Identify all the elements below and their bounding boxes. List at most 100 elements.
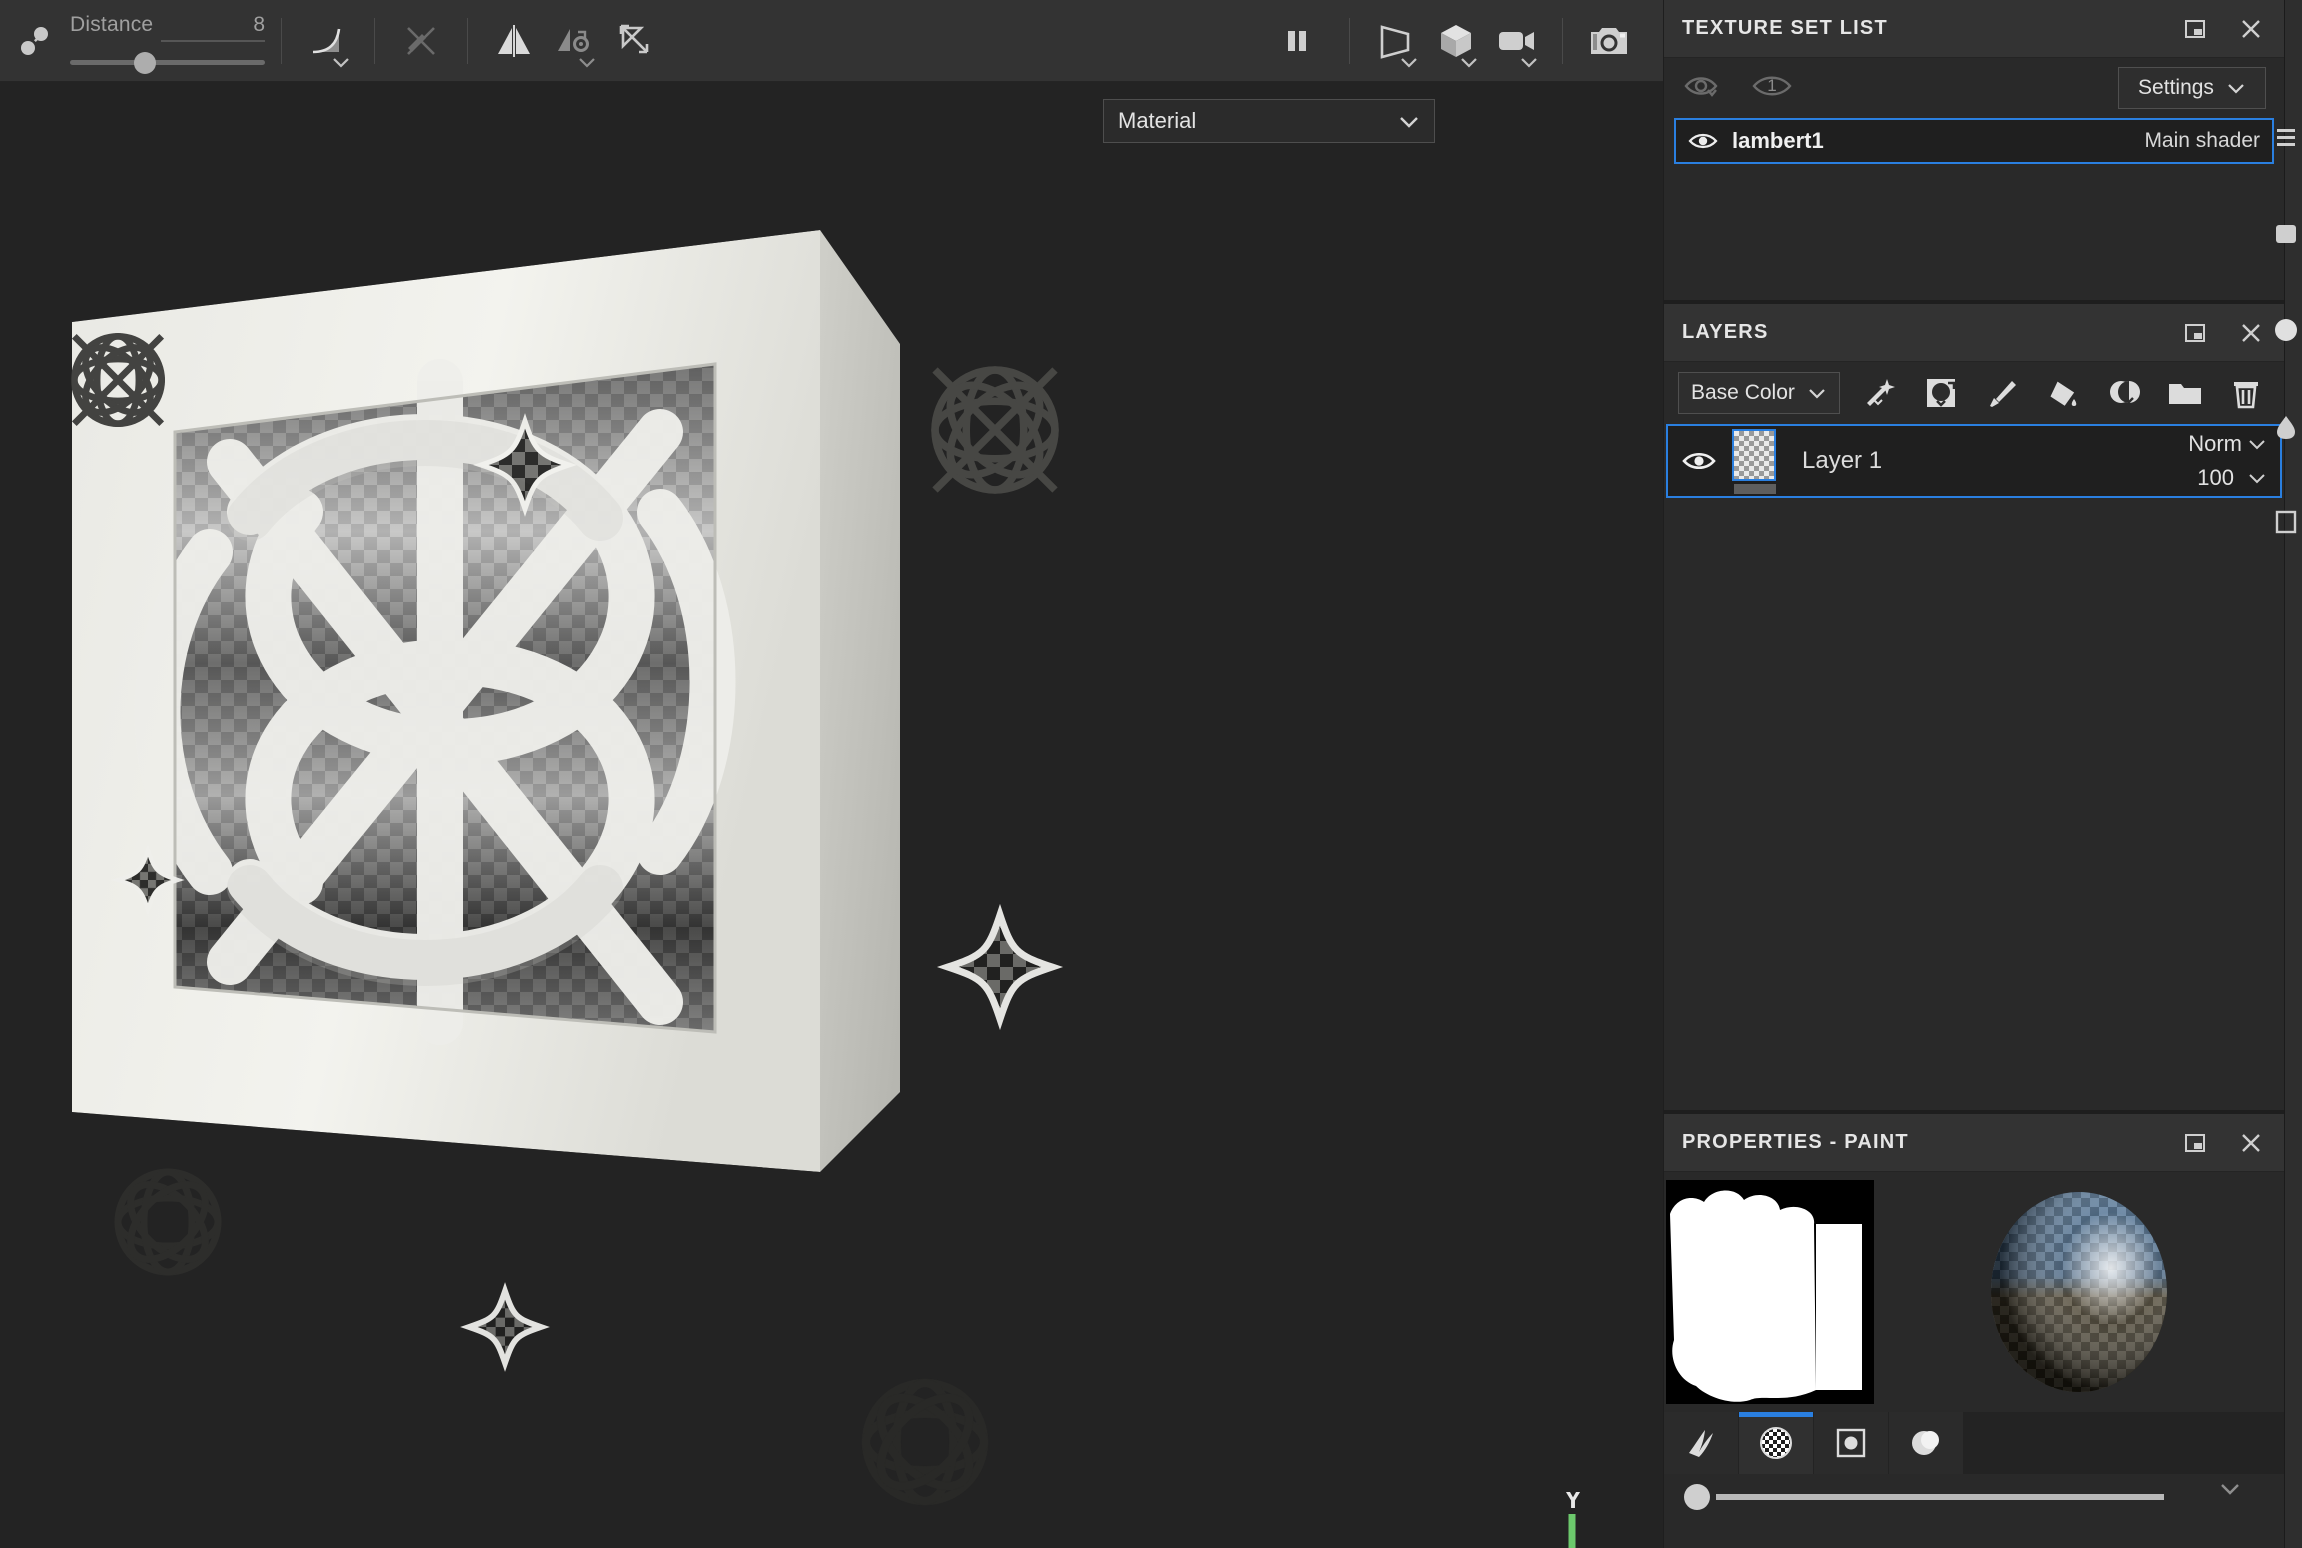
- panel-title: PROPERTIES - PAINT: [1682, 1131, 1909, 1153]
- alpha-preview[interactable]: [1666, 1180, 1874, 1404]
- layer-blend-mode-dropdown[interactable]: Norm: [2188, 431, 2266, 457]
- texture-set-name: lambert1: [1732, 128, 1824, 153]
- falloff-curve-icon[interactable]: [298, 12, 358, 70]
- brush-size-dot[interactable]: [1684, 1484, 1710, 1510]
- chevron-down-icon: [2228, 84, 2244, 94]
- perspective-icon[interactable]: [1366, 12, 1426, 70]
- cube-3d-icon[interactable]: [1426, 12, 1486, 70]
- toolbar-divider: [467, 17, 468, 64]
- axis-label-x: X: [1622, 1544, 1640, 1548]
- layer-opacity-value: 100: [2197, 465, 2234, 490]
- 3d-model-render[interactable]: [0, 82, 1663, 1548]
- toolbar-divider: [374, 17, 375, 64]
- properties-paint-panel: PROPERTIES - PAINT: [1664, 1114, 2284, 1520]
- tab-alpha[interactable]: [1739, 1412, 1814, 1474]
- eye-icon[interactable]: [1688, 130, 1718, 152]
- layers-header: LAYERS: [1664, 304, 2284, 362]
- undock-icon[interactable]: [2180, 14, 2210, 44]
- layer-list: Layer 1 Norm 100: [1664, 424, 2284, 498]
- toolbar-divider: [1562, 17, 1563, 64]
- folder-icon[interactable]: [2167, 375, 2203, 411]
- chevron-down-icon[interactable]: [2216, 1476, 2244, 1504]
- layer-thumbnail-wrap[interactable]: [1732, 428, 1780, 494]
- layers-toolbar: Base Color: [1664, 362, 2284, 424]
- chevron-down-icon: [2249, 473, 2265, 483]
- eye-count-icon[interactable]: 1: [1750, 71, 1794, 106]
- tab-material[interactable]: [1889, 1412, 1964, 1474]
- texture-set-settings-button[interactable]: Settings: [2118, 67, 2266, 109]
- top-toolbar: Distance 8: [0, 0, 1663, 82]
- tab-brush[interactable]: [1664, 1412, 1739, 1474]
- undock-icon[interactable]: [2180, 318, 2210, 348]
- close-icon[interactable]: [2236, 318, 2266, 348]
- photo-camera-icon[interactable]: [1579, 12, 1639, 70]
- spacing-icon[interactable]: [0, 21, 70, 61]
- texture-set-list-toolbar: 1 Settings: [1664, 58, 2284, 118]
- symmetry-settings-icon[interactable]: [544, 12, 604, 70]
- layer-meta: Norm 100: [2188, 431, 2266, 491]
- layers-empty-area[interactable]: [1664, 498, 2284, 1110]
- chevron-down-icon: [1809, 389, 1825, 399]
- channel-dropdown[interactable]: Base Color: [1678, 372, 1840, 414]
- brush-disabled-icon[interactable]: [391, 12, 451, 70]
- trash-icon[interactable]: [2228, 375, 2264, 411]
- channel-value: Base Color: [1691, 381, 1795, 404]
- fill-bucket-icon[interactable]: [2045, 375, 2081, 411]
- adjustment-icon[interactable]: [2106, 375, 2142, 411]
- mask-icon[interactable]: [1923, 375, 1959, 411]
- undock-icon[interactable]: [2180, 1128, 2210, 1158]
- texture-set-row-lambert1[interactable]: lambert1 Main shader: [1674, 118, 2274, 164]
- right-rail: [2275, 0, 2302, 1548]
- eye-count-label: 1: [1767, 75, 1777, 95]
- material-sphere-preview[interactable]: [1874, 1180, 2284, 1404]
- layer-opacity-dropdown[interactable]: 100: [2188, 465, 2266, 491]
- mirror-symmetry-icon[interactable]: [484, 12, 544, 70]
- close-icon[interactable]: [2236, 14, 2266, 44]
- projection-icon[interactable]: [604, 12, 664, 70]
- distance-value[interactable]: 8: [253, 13, 265, 37]
- properties-paint-previews: [1664, 1172, 2284, 1412]
- chevron-down-icon: [1400, 116, 1418, 128]
- panel-title: TEXTURE SET LIST: [1682, 17, 1888, 39]
- rail-list-icon[interactable]: [2277, 90, 2302, 186]
- rail-drop-icon[interactable]: [2277, 378, 2302, 474]
- layer-thumbnail[interactable]: [1732, 428, 1776, 481]
- layer-thumbnail-bar: [1734, 483, 1776, 494]
- distance-control[interactable]: Distance 8: [70, 9, 265, 74]
- pause-icon[interactable]: [1267, 12, 1327, 70]
- video-camera-icon[interactable]: [1486, 12, 1546, 70]
- axis-gizmo: Y X Z: [1564, 1492, 1640, 1548]
- rail-frame-icon[interactable]: [2275, 474, 2302, 570]
- magic-wand-icon[interactable]: [1862, 375, 1898, 411]
- right-dock: TEXTURE SET LIST 1 Settings lambert1 Mai…: [1664, 0, 2284, 1548]
- layer-visibility-eye-icon[interactable]: [1682, 449, 1716, 473]
- texture-set-list-header: TEXTURE SET LIST: [1664, 0, 2284, 58]
- distance-slider-track: [70, 59, 265, 65]
- 3d-viewport[interactable]: Material Y X Z: [0, 82, 1663, 1548]
- panel-title: LAYERS: [1682, 321, 1769, 343]
- properties-paint-tabs-filler: [1964, 1412, 2284, 1474]
- properties-paint-footer: [1664, 1474, 2284, 1520]
- distance-slider-thumb[interactable]: [134, 51, 157, 74]
- tab-stencil[interactable]: [1814, 1412, 1889, 1474]
- chevron-down-icon: [2249, 439, 2265, 449]
- eye-dropdown-icon[interactable]: [1682, 71, 1722, 106]
- toolbar-divider: [1349, 17, 1350, 64]
- shading-mode-dropdown[interactable]: Material: [1103, 99, 1435, 143]
- distance-value-underline: [161, 39, 265, 42]
- properties-paint-tabs: [1664, 1412, 2284, 1474]
- paint-brush-icon[interactable]: [1984, 375, 2020, 411]
- rail-sphere-icon[interactable]: [2275, 282, 2302, 378]
- toolbar-divider: [281, 17, 282, 64]
- brush-size-slider[interactable]: [1716, 1494, 2164, 1500]
- layer-name: Layer 1: [1802, 447, 1883, 474]
- shading-mode-value: Material: [1118, 108, 1197, 133]
- texture-set-list-panel: TEXTURE SET LIST 1 Settings lambert1 Mai…: [1664, 0, 2284, 300]
- distance-slider[interactable]: [70, 51, 265, 74]
- distance-label: Distance: [70, 12, 154, 36]
- rail-shelf-icon[interactable]: [2276, 186, 2302, 282]
- texture-set-list-body: [1664, 164, 2284, 300]
- layer-row[interactable]: Layer 1 Norm 100: [1666, 424, 2282, 498]
- close-icon[interactable]: [2236, 1128, 2266, 1158]
- layers-panel: LAYERS Base Color Layer 1 Norm 100: [1664, 304, 2284, 1110]
